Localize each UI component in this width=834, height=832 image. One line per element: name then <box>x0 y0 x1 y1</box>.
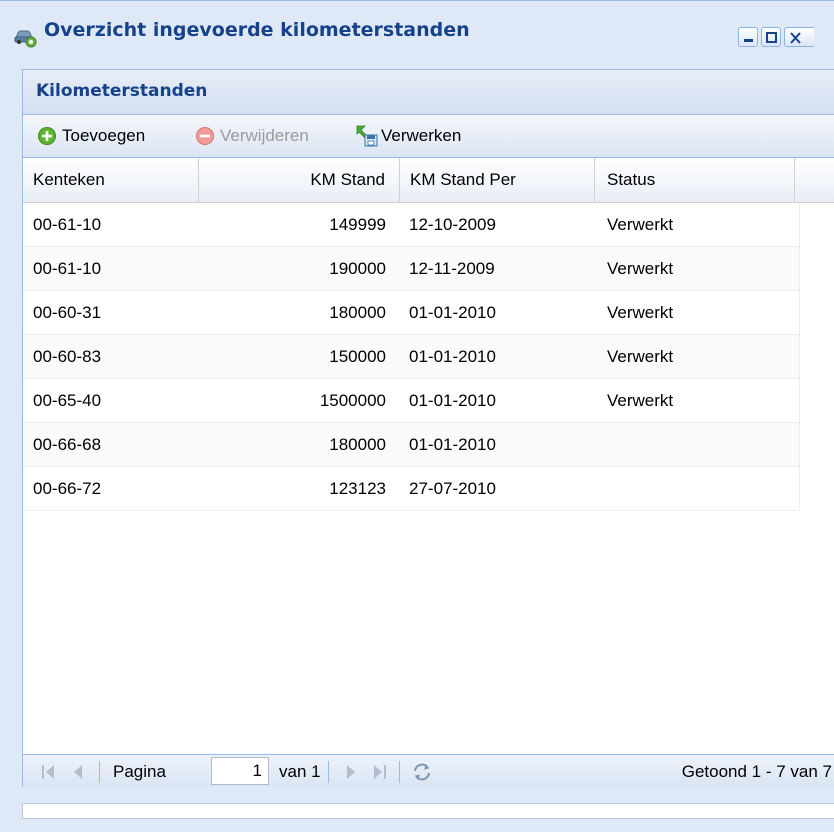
cell-status: Verwerkt <box>607 303 674 322</box>
next-page-icon <box>347 764 355 779</box>
minimize-icon <box>744 39 753 42</box>
table-row[interactable]: 00-66-72 123123 27-07-2010 <box>23 467 800 511</box>
remove-icon <box>196 127 214 145</box>
window-titlebar[interactable]: Overzicht ingevoerde kilometerstanden <box>0 1 834 69</box>
cell-kenteken: 00-66-72 <box>33 479 102 498</box>
cell-km-stand-per: 12-10-2009 <box>409 215 496 234</box>
next-page-button[interactable] <box>344 755 358 788</box>
column-header-km-stand[interactable]: KM Stand <box>199 158 400 202</box>
table-row[interactable]: 00-60-83 150000 01-01-2010 Verwerkt <box>23 335 800 379</box>
add-icon <box>38 127 56 145</box>
cell-km-stand-per: 27-07-2010 <box>409 479 496 498</box>
table-row[interactable]: 00-66-68 180000 01-01-2010 <box>23 423 800 467</box>
window-title: Overzicht ingevoerde kilometerstanden <box>44 19 470 41</box>
cell-status: Verwerkt <box>607 215 674 234</box>
add-button-label: Toevoegen <box>62 126 146 145</box>
refresh-icon <box>414 763 430 780</box>
table-row[interactable]: 00-61-10 190000 12-11-2009 Verwerkt <box>23 247 800 291</box>
cell-km-stand-per: 01-01-2010 <box>409 303 496 322</box>
cell-status: Verwerkt <box>607 259 674 278</box>
close-icon <box>790 32 801 44</box>
cell-km-stand: 123123 <box>329 479 386 498</box>
minimize-button[interactable] <box>738 27 758 47</box>
maximize-button[interactable] <box>761 27 781 47</box>
cell-status: Verwerkt <box>607 347 674 366</box>
column-header-kenteken[interactable]: Kenteken <box>23 158 199 202</box>
cell-kenteken: 00-65-40 <box>33 391 102 410</box>
close-button[interactable] <box>784 27 814 47</box>
process-icon <box>356 125 378 147</box>
cell-km-stand-per: 01-01-2010 <box>409 435 496 454</box>
table-row[interactable]: 00-60-31 180000 01-01-2010 Verwerkt <box>23 291 800 335</box>
prev-page-button[interactable] <box>71 755 85 788</box>
cell-km-stand: 190000 <box>329 259 386 278</box>
column-header-filler <box>795 158 834 202</box>
cell-km-stand-per: 01-01-2010 <box>409 347 496 366</box>
pager-separator <box>99 761 100 783</box>
maximize-icon <box>766 32 777 43</box>
refresh-button[interactable] <box>411 755 433 788</box>
grid-header: Kenteken KM Stand KM Stand Per Status <box>23 158 834 203</box>
kilometerstanden-panel: Kilometerstanden Toevoegen Verwijderen V… <box>22 69 834 788</box>
cell-kenteken: 00-60-83 <box>33 347 102 366</box>
paging-toolbar: Pagina van 1 <box>23 754 834 788</box>
cell-km-stand: 180000 <box>329 303 386 322</box>
process-button[interactable]: Verwerken <box>355 123 461 149</box>
delete-button[interactable]: Verwijderen <box>195 123 309 149</box>
last-page-button[interactable] <box>371 755 387 788</box>
cell-kenteken: 00-61-10 <box>33 215 102 234</box>
first-page-button[interactable] <box>41 755 57 788</box>
window: Overzicht ingevoerde kilometerstanden Ki… <box>0 0 834 832</box>
cell-km-stand-per: 01-01-2010 <box>409 391 496 410</box>
page-count-label: van 1 <box>279 761 321 781</box>
column-header-km-stand-per[interactable]: KM Stand Per <box>400 158 595 202</box>
cell-kenteken: 00-66-68 <box>33 435 102 454</box>
cell-kenteken: 00-60-31 <box>33 303 102 322</box>
status-strip <box>22 803 834 819</box>
add-button[interactable]: Toevoegen <box>37 123 145 149</box>
cell-km-stand: 150000 <box>329 347 386 366</box>
table-row[interactable]: 00-61-10 149999 12-10-2009 Verwerkt <box>23 203 800 247</box>
page-label: Pagina <box>113 761 166 781</box>
display-info: Getoond 1 - 7 van 7 <box>681 761 832 781</box>
panel-header: Kilometerstanden <box>23 70 834 115</box>
cell-km-stand: 1500000 <box>319 391 386 410</box>
delete-button-label: Verwijderen <box>220 126 309 145</box>
page-number-input[interactable] <box>211 757 269 785</box>
first-page-icon <box>42 764 54 779</box>
car-gear-icon <box>14 30 37 48</box>
column-header-status[interactable]: Status <box>595 158 795 202</box>
grid-body: 00-61-10 149999 12-10-2009 Verwerkt 00-6… <box>23 203 800 511</box>
cell-status: Verwerkt <box>607 391 674 410</box>
table-row[interactable]: 00-65-40 1500000 01-01-2010 Verwerkt <box>23 379 800 423</box>
cell-km-stand: 149999 <box>329 215 386 234</box>
prev-page-icon <box>74 764 82 779</box>
pager-separator <box>399 761 400 783</box>
cell-km-stand-per: 12-11-2009 <box>409 259 495 278</box>
panel-title: Kilometerstanden <box>36 81 208 101</box>
cell-km-stand: 180000 <box>329 435 386 454</box>
pager-separator <box>328 761 329 783</box>
toolbar: Toevoegen Verwijderen Verwerken <box>23 115 834 158</box>
cell-kenteken: 00-61-10 <box>33 259 102 278</box>
last-page-icon <box>374 764 386 779</box>
process-button-label: Verwerken <box>381 126 462 145</box>
